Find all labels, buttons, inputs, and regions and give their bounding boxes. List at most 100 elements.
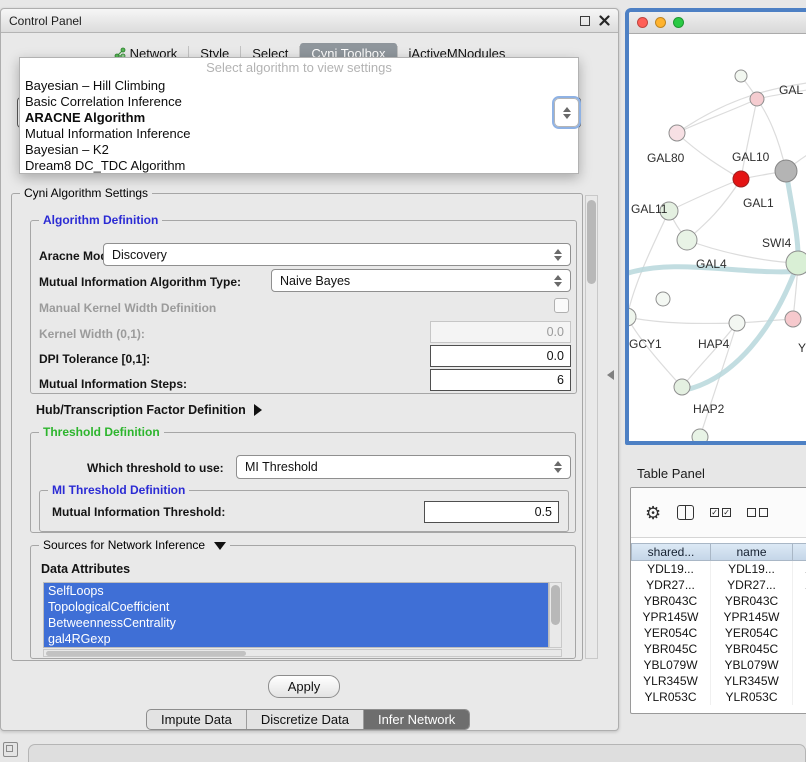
close-icon[interactable] [599, 15, 610, 26]
algorithm-definition-title: Algorithm Definition [39, 213, 162, 227]
network-node[interactable] [656, 292, 670, 306]
algorithm-option[interactable]: Bayesian – Hill Climbing [20, 78, 578, 94]
aracne-mode-combo[interactable]: Discovery [103, 243, 571, 266]
table-row[interactable]: YDR27...YDR27...12 [631, 577, 806, 593]
algorithm-option[interactable]: Basic Correlation Inference [20, 94, 578, 110]
network-node[interactable] [750, 92, 764, 106]
aracne-mode-value: Discovery [112, 248, 167, 262]
table-header: shared... name [631, 543, 806, 561]
attribute-item-selected[interactable]: SelfLoops [44, 583, 548, 599]
mi-steps-input[interactable] [430, 369, 571, 391]
mi-type-value: Naive Bayes [280, 274, 350, 288]
stepper-up-icon [563, 107, 571, 112]
control-panel-titlebar[interactable]: Control Panel [1, 9, 618, 33]
algorithm-option[interactable]: Mutual Information Inference [20, 126, 578, 142]
table-row[interactable]: YDL19...YDL19...13 [631, 561, 806, 577]
hub-definition-section[interactable]: Hub/Transcription Factor Definition [36, 402, 262, 418]
sources-title-row[interactable]: Sources for Network Inference [39, 538, 230, 552]
network-node-gray[interactable] [775, 160, 797, 182]
collapsed-panel-icon[interactable] [3, 742, 18, 757]
network-node[interactable] [692, 429, 708, 441]
tab-discretize-data[interactable]: Discretize Data [247, 710, 364, 729]
column-header[interactable] [793, 543, 806, 561]
network-node[interactable] [677, 230, 697, 250]
network-node[interactable] [786, 251, 806, 275]
network-nodes[interactable] [629, 70, 806, 441]
deselect-all-checkboxes-icon[interactable] [747, 508, 768, 517]
network-node[interactable] [729, 315, 745, 331]
node-label: GCY1 [629, 337, 662, 351]
which-threshold-value: MI Threshold [245, 460, 318, 474]
expanded-arrow-icon [214, 542, 226, 550]
scrollbar-thumb[interactable] [46, 651, 246, 656]
attributes-vertical-scrollbar[interactable] [549, 582, 562, 648]
algorithm-option-selected[interactable]: ARACNE Algorithm [20, 110, 578, 126]
network-canvas[interactable]: GAL80 GAL10 GAL11 GAL1 SWI4 GAL4 GCY1 HA… [629, 34, 806, 441]
attributes-horizontal-scrollbar[interactable] [43, 649, 562, 657]
table-row[interactable]: YBR043CYBR043C [631, 593, 806, 609]
hub-definition-label: Hub/Transcription Factor Definition [36, 403, 246, 417]
node-label: GAL11 [631, 202, 668, 216]
columns-icon[interactable] [677, 505, 694, 520]
node-label: HAP2 [693, 402, 725, 416]
gear-icon[interactable]: ⚙ [645, 504, 661, 522]
attribute-item-selected[interactable]: TopologicalCoefficient [44, 599, 548, 615]
network-node[interactable] [629, 308, 636, 326]
network-node-red[interactable] [733, 171, 749, 187]
node-label: GAL [779, 83, 803, 97]
splitter-collapse-icon[interactable] [607, 370, 614, 380]
node-label: GAL80 [647, 151, 685, 165]
threshold-definition-title: Threshold Definition [39, 425, 164, 439]
table-row[interactable]: YLR345WYLR345W9. [631, 673, 806, 689]
dpi-tolerance-input[interactable] [430, 345, 571, 367]
node-label: GAL1 [743, 196, 774, 210]
table-row[interactable]: YBR045CYBR045C9. [631, 641, 806, 657]
algorithm-option[interactable]: Dream8 DC_TDC Algorithm [20, 158, 578, 174]
which-threshold-combo[interactable]: MI Threshold [236, 455, 571, 479]
network-window-titlebar[interactable] [629, 12, 806, 34]
mi-type-combo[interactable]: Naive Bayes [271, 269, 571, 292]
algorithm-combo-stepper[interactable] [554, 98, 579, 127]
algorithm-dropdown-popup: Select algorithm to view settings Bayesi… [19, 57, 579, 174]
algorithm-definition-group: Algorithm Definition Aracne Mode: Discov… [30, 220, 577, 394]
collapsed-arrow-icon [254, 404, 262, 416]
algorithm-placeholder: Select algorithm to view settings [20, 58, 578, 78]
attribute-item-selected[interactable]: BetweennessCentrality [44, 615, 548, 631]
network-node[interactable] [674, 379, 690, 395]
table-row[interactable]: YPR145WYPR145W9. [631, 609, 806, 625]
mi-threshold-title: MI Threshold Definition [48, 483, 189, 497]
tab-impute-data[interactable]: Impute Data [147, 710, 247, 729]
attribute-item-selected[interactable]: gal4RGexp [44, 631, 548, 647]
table-row[interactable]: YBL079WYBL079W [631, 657, 806, 673]
kernel-width-input[interactable] [430, 321, 571, 343]
network-node[interactable] [785, 311, 801, 327]
minimize-traffic-light-icon[interactable] [655, 17, 666, 28]
column-header[interactable]: shared... [631, 543, 711, 561]
scrollbar-thumb[interactable] [587, 200, 596, 284]
select-all-checkboxes-icon[interactable]: ✓ ✓ [710, 508, 731, 517]
apply-button[interactable]: Apply [268, 675, 340, 698]
network-node[interactable] [669, 125, 685, 141]
table-panel-window: ⚙ ✓ ✓ shared... name YDL19...YDL19...13 … [630, 487, 806, 714]
zoom-traffic-light-icon[interactable] [673, 17, 684, 28]
manual-kernel-label: Manual Kernel Width Definition [39, 301, 216, 315]
float-window-icon[interactable] [580, 16, 590, 26]
manual-kernel-checkbox[interactable] [554, 298, 569, 313]
settings-scrollbar[interactable] [585, 195, 598, 659]
data-attributes-list[interactable]: SelfLoops TopologicalCoefficient Between… [43, 582, 549, 648]
collapsed-bottom-panel-bar[interactable] [28, 744, 806, 762]
tab-infer-network[interactable]: Infer Network [364, 710, 469, 729]
table-row[interactable]: YER054CYER054C8. [631, 625, 806, 641]
bottom-tab-bar: Impute Data Discretize Data Infer Networ… [146, 709, 470, 730]
mi-threshold-input[interactable] [424, 501, 559, 523]
node-label: GAL4 [696, 257, 727, 271]
combo-stepper-icon [549, 249, 566, 261]
column-header[interactable]: name [711, 543, 793, 561]
scrollbar-thumb[interactable] [551, 585, 560, 625]
close-traffic-light-icon[interactable] [637, 17, 648, 28]
table-row[interactable]: YLR053CYLR053C [631, 689, 806, 705]
node-label: HAP4 [698, 337, 730, 351]
algorithm-option[interactable]: Bayesian – K2 [20, 142, 578, 158]
which-threshold-label: Which threshold to use: [87, 461, 224, 475]
network-node[interactable] [735, 70, 747, 82]
